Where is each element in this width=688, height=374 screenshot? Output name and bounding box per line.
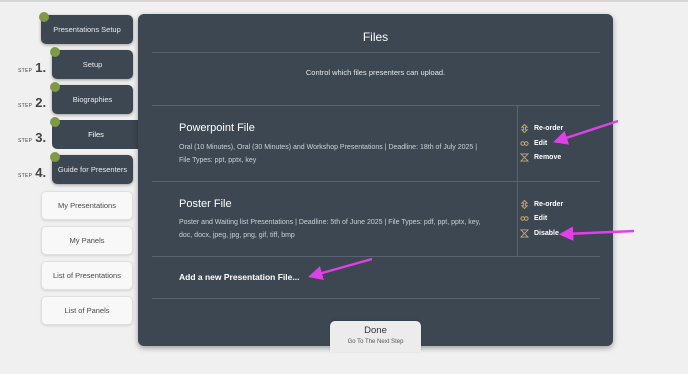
divider — [152, 52, 600, 53]
divider — [517, 106, 518, 181]
file-title-poster: Poster File — [179, 198, 232, 210]
step-indicator-4: STEP 4. — [18, 165, 47, 180]
sidebar-item-setup[interactable]: Setup — [52, 50, 133, 79]
file-description: Oral (10 Minutes), Oral (30 Minutes) and… — [179, 144, 478, 164]
divider — [517, 182, 518, 256]
sidebar-link-label: My Panels — [69, 236, 105, 245]
file-description: Poster and Waiting list Presentations | … — [179, 219, 481, 239]
sidebar-link-list-of-panels[interactable]: List of Panels — [41, 296, 133, 325]
file-title-powerpoint: Powerpoint File — [179, 122, 255, 134]
disable-button[interactable]: Disable — [520, 229, 559, 238]
sidebar-link-label: List of Panels — [64, 306, 110, 315]
reorder-button[interactable]: Re-order — [520, 200, 563, 209]
edit-button[interactable]: Edit — [520, 214, 547, 223]
page-title: Files — [362, 30, 389, 44]
remove-button[interactable]: Remove — [520, 153, 561, 162]
status-dot — [50, 117, 60, 127]
status-dot — [50, 152, 60, 162]
divider — [152, 298, 600, 299]
done-button[interactable]: Done Go To The Next Step — [330, 321, 421, 352]
divider — [152, 181, 600, 182]
step-indicator-2: STEP 2. — [18, 95, 47, 110]
reorder-icon — [520, 124, 529, 133]
sidebar-item-label: Presentations Setup — [53, 25, 121, 34]
sidebar-item-guide-for-presenters[interactable]: Guide for Presenters — [52, 155, 133, 184]
edit-link-icon — [520, 141, 529, 146]
status-dot — [50, 82, 60, 92]
sidebar-link-label: My Presentations — [58, 201, 116, 210]
divider — [152, 105, 600, 106]
sidebar-link-list-of-presentations[interactable]: List of Presentations — [41, 261, 133, 290]
sidebar-link-label: List of Presentations — [53, 271, 121, 280]
add-presentation-file-link[interactable]: Add a new Presentation File... — [179, 272, 299, 282]
sidebar-link-my-panels[interactable]: My Panels — [41, 226, 133, 255]
files-panel: Files Control which files presenters can… — [138, 14, 613, 346]
reorder-icon — [520, 200, 529, 209]
sidebar-item-biographies[interactable]: Biographies — [52, 85, 133, 114]
reorder-button[interactable]: Re-order — [520, 124, 563, 133]
step-indicator-1: STEP 1. — [18, 60, 47, 75]
sidebar-link-my-presentations[interactable]: My Presentations — [41, 191, 133, 220]
remove-icon — [520, 153, 529, 162]
sidebar-item-label: Guide for Presenters — [57, 165, 128, 174]
edit-button[interactable]: Edit — [520, 139, 547, 148]
status-dot — [50, 47, 60, 57]
sidebar-item-presentations-setup[interactable]: Presentations Setup — [41, 15, 133, 44]
sidebar-item-label: Biographies — [72, 95, 113, 104]
top-divider — [0, 0, 688, 2]
sidebar-item-label: Files — [88, 130, 104, 139]
disable-icon — [520, 229, 529, 238]
page-subtitle: Control which files presenters can uploa… — [305, 68, 446, 77]
step-indicator-3: STEP 3. — [18, 130, 47, 145]
sidebar-item-files[interactable]: Files — [52, 120, 140, 149]
divider — [152, 256, 600, 257]
status-dot — [39, 12, 49, 22]
edit-link-icon — [520, 216, 529, 221]
sidebar-item-label: Setup — [82, 60, 103, 69]
